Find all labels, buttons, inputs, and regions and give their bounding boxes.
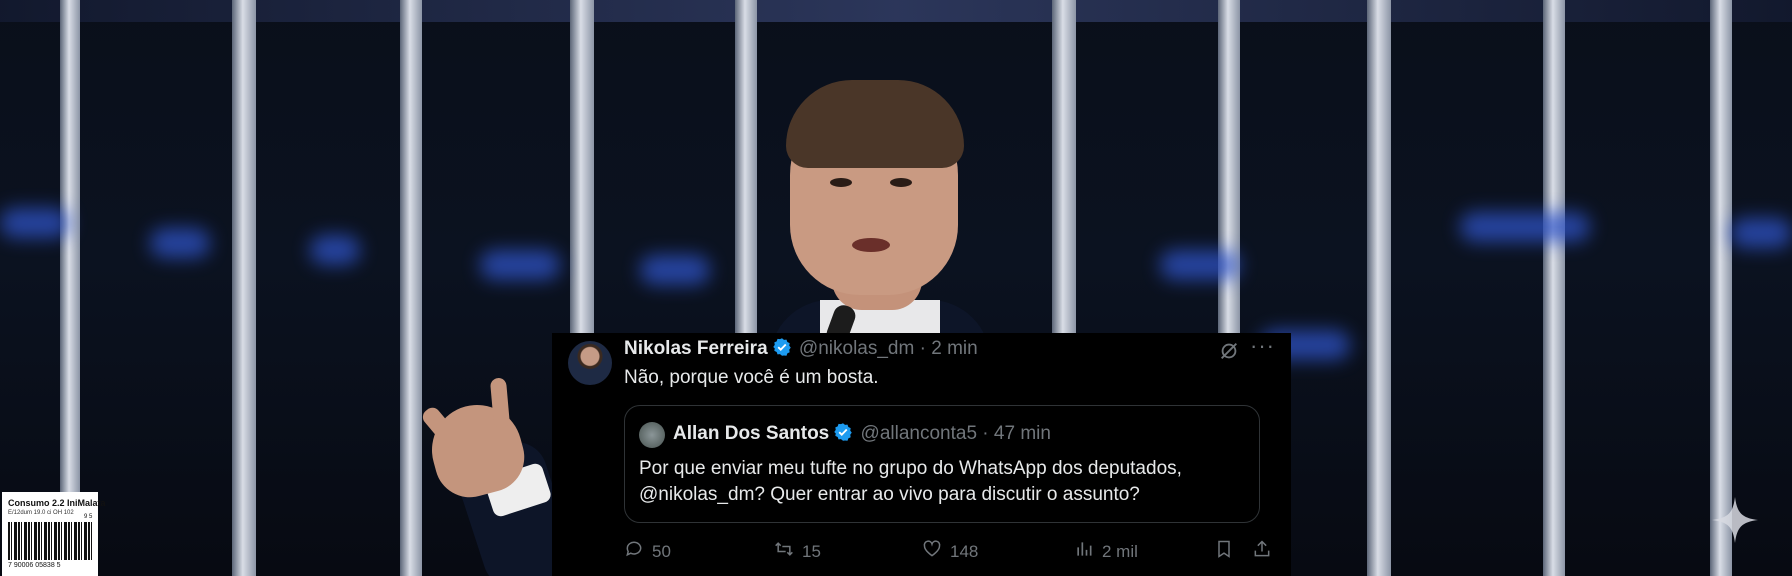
- panel-bar: [400, 0, 422, 576]
- quoted-author-handle: @allanconta5: [860, 423, 978, 444]
- blue-light: [1160, 250, 1240, 280]
- barcode-number: 7 90006 05838 5: [8, 562, 61, 569]
- mouth: [852, 238, 890, 252]
- tweet-text: Não, porque você é um bosta.: [624, 367, 879, 388]
- author-handle[interactable]: @nikolas_dm: [799, 338, 914, 359]
- quoted-header: Allan Dos Santos @allanconta5 · 47 min: [673, 422, 1051, 448]
- reply-icon: [624, 539, 644, 564]
- views-icon: [1074, 539, 1094, 564]
- verified-badge-icon: [772, 337, 792, 363]
- share-button[interactable]: [1252, 539, 1272, 564]
- panel-bar: [1710, 0, 1732, 576]
- like-button[interactable]: 148: [922, 539, 978, 564]
- views-button[interactable]: 2 mil: [1074, 539, 1138, 564]
- more-icon[interactable]: ···: [1250, 333, 1275, 359]
- views-count: 2 mil: [1102, 541, 1138, 561]
- quoted-text: Por que enviar meu tufte no grupo do Wha…: [639, 458, 1182, 505]
- timestamp[interactable]: 2 min: [931, 338, 977, 359]
- eye: [830, 178, 852, 187]
- action-bar: 50 15 148 2 mil: [624, 539, 1270, 569]
- barcode: [8, 522, 92, 560]
- blue-light: [1460, 212, 1590, 242]
- author-name[interactable]: Nikolas Ferreira: [624, 338, 768, 359]
- panel-bar: [60, 0, 80, 576]
- panel-bar: [1367, 0, 1391, 576]
- speaker-hair: [786, 80, 964, 168]
- sticker-subtitle: E/12dum 19.0 ci OH 102: [8, 510, 74, 516]
- tweet-card[interactable]: Nikolas Ferreira @nikolas_dm · 2 min ···…: [552, 333, 1291, 576]
- finger: [489, 377, 511, 429]
- quoted-author-name: Allan Dos Santos: [673, 423, 830, 444]
- sticker-side-code: 9 5: [84, 514, 93, 520]
- verified-badge-icon: [833, 422, 853, 448]
- sparkle-icon: [1710, 495, 1760, 545]
- eye: [890, 178, 912, 187]
- repost-button[interactable]: 15: [774, 539, 821, 564]
- reply-button[interactable]: 50: [624, 539, 671, 564]
- bookmark-button[interactable]: [1214, 539, 1234, 564]
- sticker-title: Consumo 2.2 IniMalata: [8, 498, 106, 508]
- barcode-sticker: Consumo 2.2 IniMalata E/12dum 19.0 ci OH…: [2, 492, 106, 576]
- like-icon: [922, 539, 942, 564]
- avatar[interactable]: [568, 341, 612, 385]
- ceiling-lights: [0, 0, 1792, 22]
- blue-light: [0, 208, 70, 238]
- dot-separator: ·: [919, 338, 926, 359]
- blue-light: [480, 250, 560, 280]
- repost-count: 15: [802, 541, 821, 561]
- panel-bar: [232, 0, 256, 576]
- quoted-timestamp: 47 min: [993, 423, 1051, 444]
- grok-icon[interactable]: [1218, 340, 1240, 367]
- share-icon: [1252, 539, 1272, 564]
- blue-light: [1730, 218, 1792, 248]
- blue-light: [310, 235, 360, 265]
- bookmark-icon: [1214, 539, 1234, 564]
- panel-bar: [1543, 0, 1565, 576]
- quoted-tweet[interactable]: Allan Dos Santos @allanconta5 · 47 min P…: [624, 405, 1260, 523]
- blue-light: [640, 255, 710, 285]
- blue-light: [150, 228, 210, 258]
- repost-icon: [774, 539, 794, 564]
- dot-separator: ·: [982, 423, 989, 444]
- tweet-header: Nikolas Ferreira @nikolas_dm · 2 min: [624, 337, 978, 363]
- quoted-avatar[interactable]: [639, 422, 665, 448]
- reply-count: 50: [652, 541, 671, 561]
- like-count: 148: [950, 541, 979, 561]
